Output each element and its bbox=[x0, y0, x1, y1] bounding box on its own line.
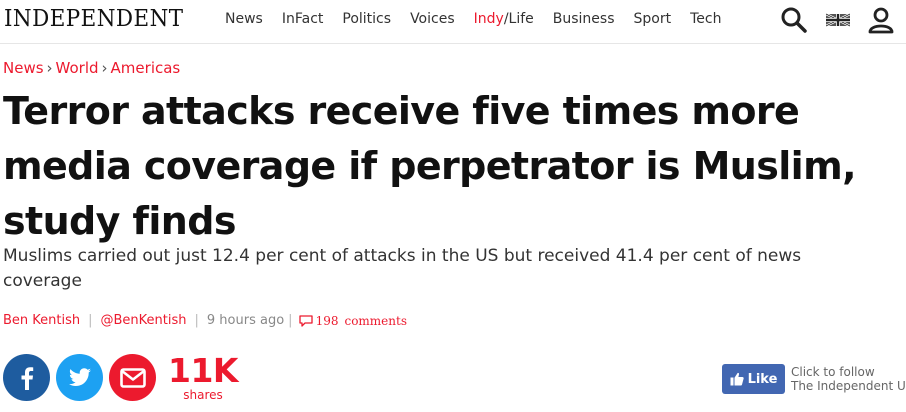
follow-text: Click to follow The Independent US bbox=[791, 365, 906, 393]
byline-divider: | bbox=[88, 313, 93, 328]
nav-item-politics[interactable]: Politics bbox=[342, 11, 391, 27]
site-logo[interactable]: INDEPENDENT bbox=[4, 6, 184, 32]
nav-item-business[interactable]: Business bbox=[553, 11, 615, 27]
share-twitter-button[interactable] bbox=[56, 354, 103, 401]
byline-divider: | bbox=[194, 313, 199, 328]
nav-item-news[interactable]: News bbox=[225, 11, 263, 27]
main-nav: News InFact Politics Voices Indy/Life Bu… bbox=[225, 11, 740, 27]
follow-text-line2: The Independent US bbox=[791, 379, 906, 393]
nav-item-tech[interactable]: Tech bbox=[690, 11, 721, 27]
breadcrumb-world[interactable]: World bbox=[56, 59, 99, 77]
search-icon[interactable] bbox=[780, 6, 808, 34]
nav-item-infact[interactable]: InFact bbox=[282, 11, 324, 27]
nav-item-life-label: Life bbox=[508, 11, 534, 27]
article-standfirst: Muslims carried out just 12.4 per cent o… bbox=[3, 246, 802, 291]
breadcrumb-americas[interactable]: Americas bbox=[111, 59, 181, 77]
share-bar: 11K shares bbox=[3, 351, 239, 402]
breadcrumb: News › World › Americas bbox=[3, 59, 180, 77]
thumbs-up-icon bbox=[730, 372, 744, 386]
facebook-like-button[interactable]: Like bbox=[722, 364, 785, 394]
publish-time: 9 hours ago bbox=[206, 313, 285, 328]
comment-icon bbox=[298, 314, 313, 327]
like-button-label: Like bbox=[747, 371, 778, 387]
follow-text-line1: Click to follow bbox=[791, 365, 875, 379]
facebook-follow: Like Click to follow The Independent US bbox=[722, 364, 906, 394]
facebook-icon bbox=[21, 366, 33, 390]
user-icon[interactable] bbox=[868, 6, 894, 34]
share-count-label: shares bbox=[183, 388, 223, 402]
twitter-icon bbox=[68, 367, 91, 386]
nav-item-indy-label: Indy bbox=[473, 11, 504, 27]
share-count: 11K shares bbox=[168, 351, 239, 402]
comments-count: 198 bbox=[315, 313, 339, 328]
share-facebook-button[interactable] bbox=[3, 354, 50, 401]
breadcrumb-news[interactable]: News bbox=[3, 59, 44, 77]
email-icon bbox=[119, 367, 146, 388]
uk-flag-icon[interactable] bbox=[826, 13, 850, 27]
author-twitter-handle[interactable]: @BenKentish bbox=[101, 313, 187, 328]
article-headline: Terror attacks receive five times more m… bbox=[3, 89, 857, 243]
breadcrumb-separator: › bbox=[46, 59, 53, 77]
nav-item-voices[interactable]: Voices bbox=[410, 11, 455, 27]
header-icons bbox=[780, 6, 894, 34]
share-email-button[interactable] bbox=[109, 354, 156, 401]
nav-item-sport[interactable]: Sport bbox=[634, 11, 672, 27]
byline-divider: | bbox=[288, 313, 293, 328]
author-link[interactable]: Ben Kentish bbox=[3, 313, 80, 328]
site-header: INDEPENDENT News InFact Politics Voices … bbox=[0, 0, 906, 44]
share-count-number: 11K bbox=[168, 351, 239, 390]
comments-label: comments bbox=[344, 313, 407, 328]
nav-item-indy-life[interactable]: Indy/Life bbox=[474, 11, 534, 27]
byline: Ben Kentish | @BenKentish | 9 hours ago … bbox=[3, 313, 407, 328]
breadcrumb-separator: › bbox=[101, 59, 108, 77]
comments-link[interactable]: 198 comments bbox=[298, 313, 407, 328]
